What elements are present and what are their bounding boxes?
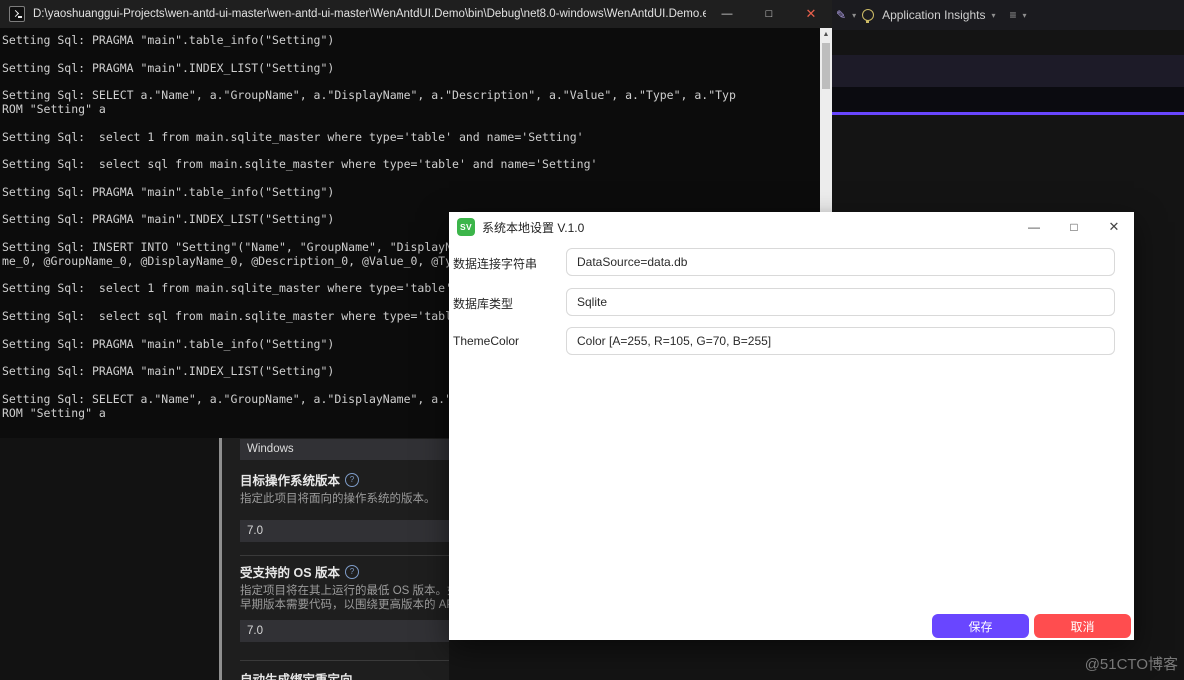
application-insights-button[interactable]: Application Insights <box>882 8 985 22</box>
vs-editor-band <box>832 87 1184 112</box>
chevron-down-icon[interactable]: ▾ <box>1023 11 1027 20</box>
section-desc: 早期版本需要代码，以围绕更高版本的 API 添 <box>240 596 449 612</box>
target-framework-select[interactable]: Windows <box>240 439 449 460</box>
dialog-titlebar[interactable]: SV 系统本地设置 V.1.0 — □ ✕ <box>449 212 1134 242</box>
console-titlebar[interactable]: D:\yaoshuanggui-Projects\wen-antd-ui-mas… <box>0 0 832 28</box>
close-icon[interactable]: ✕ <box>1094 212 1134 242</box>
section-title-supported-os: 受支持的 OS 版本 ? <box>240 562 359 581</box>
field-label-theme-color: ThemeColor <box>453 334 519 348</box>
divider <box>240 660 449 661</box>
close-button[interactable]: ✕ <box>790 0 832 28</box>
connection-string-input[interactable] <box>566 248 1115 276</box>
save-button[interactable]: 保存 <box>932 614 1029 638</box>
help-icon[interactable]: ? <box>345 565 359 579</box>
cancel-button[interactable]: 取消 <box>1034 614 1131 638</box>
lightbulb-icon <box>862 9 874 21</box>
dialog-title: 系统本地设置 V.1.0 <box>482 219 584 236</box>
vs-toolbar: ✎ ▾ Application Insights ▾ ≡ ▾ <box>836 0 1027 30</box>
field-label-connection-string: 数据连接字符串 <box>453 255 537 272</box>
vs-left-panel <box>0 438 219 680</box>
settings-dialog: SV 系统本地设置 V.1.0 — □ ✕ 数据连接字符串 数据库类型 Them… <box>449 212 1134 640</box>
section-desc: 指定此项目将面向的操作系统的版本。 <box>240 490 436 506</box>
dialog-app-icon: SV <box>457 218 475 236</box>
supported-os-version-input[interactable]: 7.0 <box>240 620 449 642</box>
minimize-button[interactable]: — <box>1014 212 1054 242</box>
console-title: D:\yaoshuanggui-Projects\wen-antd-ui-mas… <box>33 8 706 20</box>
target-os-version-input[interactable]: 7.0 <box>240 520 449 542</box>
edit-icon[interactable]: ✎ <box>836 8 846 22</box>
minimize-button[interactable]: — <box>706 0 748 28</box>
chevron-down-icon[interactable]: ▾ <box>991 11 995 20</box>
scroll-up-icon[interactable]: ▲ <box>820 28 832 40</box>
section-title-clipped: 自动生成绑定重定向 <box>240 669 353 680</box>
vs-accent-line <box>832 112 1184 115</box>
field-label-database-type: 数据库类型 <box>453 295 513 312</box>
watermark: @51CTO博客 <box>1085 653 1178 674</box>
cmd-icon <box>9 6 25 22</box>
help-icon[interactable]: ? <box>345 473 359 487</box>
database-type-input[interactable] <box>566 288 1115 316</box>
section-title-target-os: 目标操作系统版本 ? <box>240 470 359 489</box>
maximize-button[interactable]: □ <box>748 0 790 28</box>
vs-property-page: Windows 目标操作系统版本 ? 指定此项目将面向的操作系统的版本。 7.0… <box>222 438 449 680</box>
chevron-down-icon[interactable]: ▾ <box>852 11 856 20</box>
vs-editor-band <box>832 55 1184 87</box>
theme-color-input[interactable] <box>566 327 1115 355</box>
list-icon[interactable]: ≡ <box>1010 8 1017 22</box>
divider <box>240 555 449 556</box>
scrollbar-thumb[interactable] <box>822 43 830 89</box>
maximize-button[interactable]: □ <box>1054 212 1094 242</box>
